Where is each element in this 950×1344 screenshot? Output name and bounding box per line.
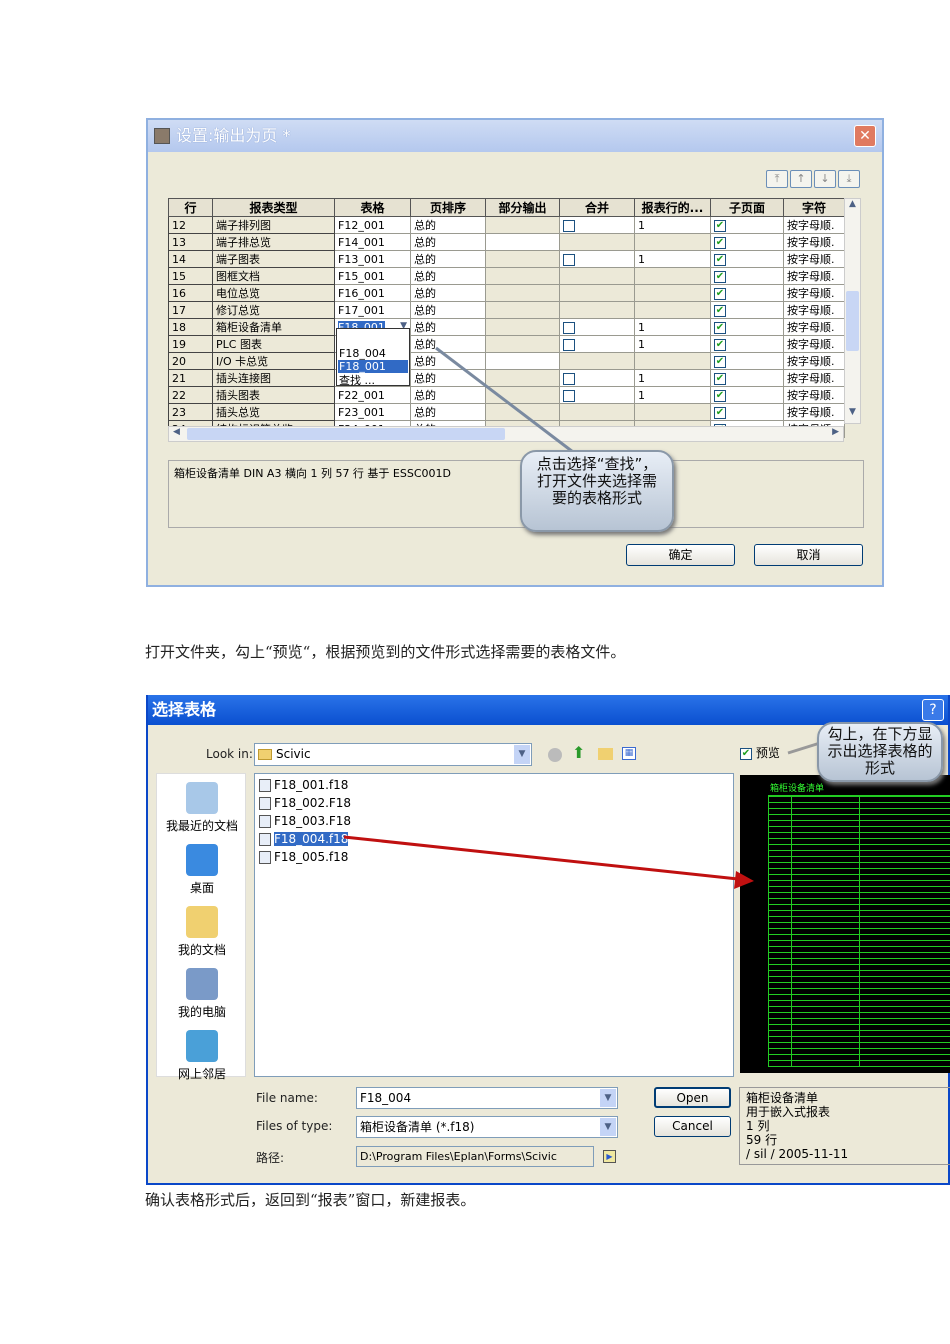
callout-find: 点击选择“查找”，打开文件夹选择需要的表格形式 xyxy=(520,450,674,532)
chevron-down-icon[interactable]: ▼ xyxy=(600,1089,616,1107)
output-settings-dialog: 设置:输出为页 * ✕ ⤒ ↑ ↓ ⤓ 行报表类型 表格 页排序 部分输出 合并 报表行的… xyxy=(146,118,884,587)
callout-preview: 勾上，在下方显示出选择表格的形式 xyxy=(817,722,943,782)
ok-button[interactable]: 确定 xyxy=(626,544,735,566)
path-label: 路径: xyxy=(256,1151,285,1165)
cancel-button[interactable]: 取消 xyxy=(754,544,863,566)
file-type-select[interactable]: 箱柜设备清单 (*.f18) ▼ xyxy=(356,1116,618,1138)
form-info: 箱柜设备清单 用于嵌入式报表 1 列 59 行 / sil / 2005-11-… xyxy=(739,1087,950,1165)
open-button[interactable]: Open xyxy=(654,1087,731,1108)
info-line: 用于嵌入式报表 xyxy=(746,1105,831,1119)
info-line: 箱柜设备清单 xyxy=(746,1091,819,1105)
file-name-value: F18_004 xyxy=(360,1091,412,1105)
file-name-label: File name: xyxy=(256,1091,318,1105)
browse-path-icon[interactable]: ▶ xyxy=(603,1150,616,1163)
instruction-paragraph-2: 确认表格形式后，返回到“报表”窗口，新建报表。 xyxy=(145,1191,476,1209)
info-line: 1 列 xyxy=(746,1119,770,1133)
file-type-label: Files of type: xyxy=(256,1119,333,1133)
chevron-down-icon[interactable]: ▼ xyxy=(600,1118,616,1136)
info-line: / sil / 2005-11-11 xyxy=(746,1147,849,1161)
path-field: D:\Program Files\Eplan\Forms\Scivic xyxy=(356,1146,594,1167)
select-form-dialog: 选择表格 ? Look in: Scivic ▼ ⬆ ▦ ✔ 预览 我最近的文档 … xyxy=(146,695,950,1185)
file-type-value: 箱柜设备清单 (*.f18) xyxy=(360,1120,475,1134)
cancel-button[interactable]: Cancel xyxy=(654,1116,731,1137)
info-line: 59 行 xyxy=(746,1133,778,1147)
form-description: 箱柜设备清单 DIN A3 横向 1 列 57 行 基于 ESSC001D xyxy=(168,460,864,528)
file-name-input[interactable]: F18_004 ▼ xyxy=(356,1087,618,1109)
instruction-paragraph: 打开文件夹，勾上“预览“，根据预览到的文件形式选择需要的表格文件。 xyxy=(145,643,626,661)
